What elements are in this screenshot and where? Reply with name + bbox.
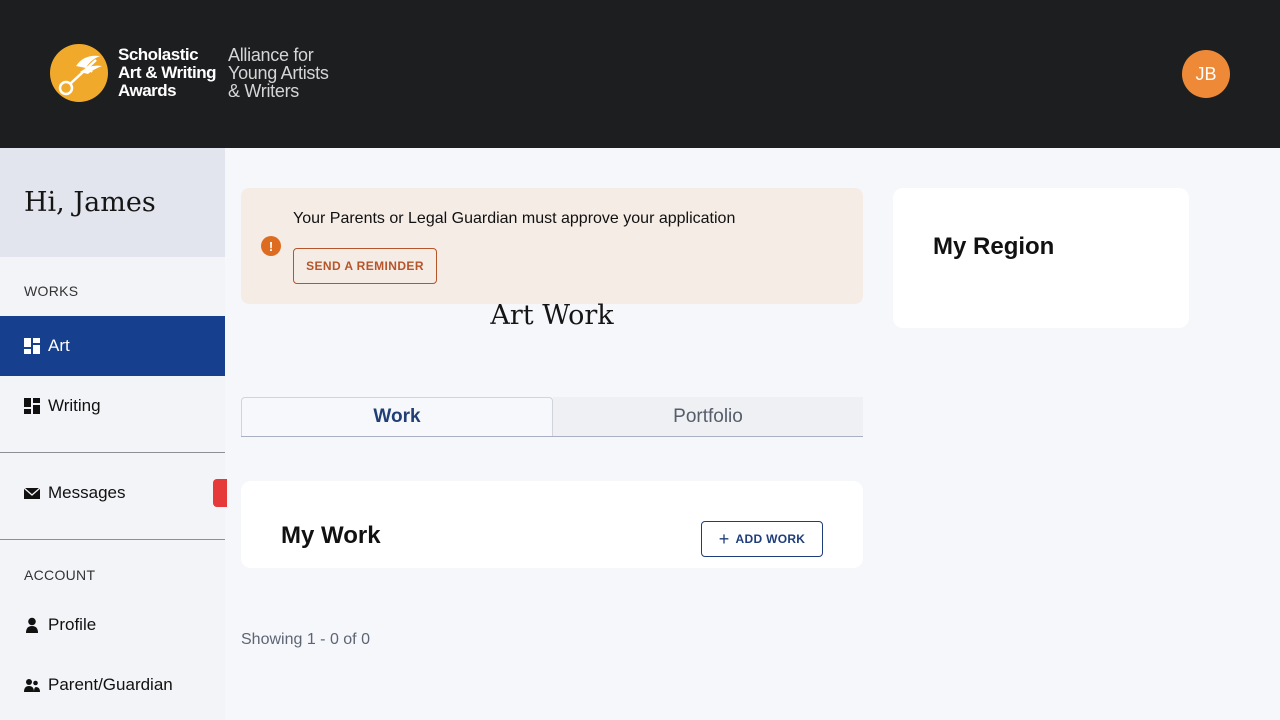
- page-title: Art Work: [490, 300, 614, 331]
- my-region-card: My Region: [893, 188, 1189, 328]
- account-section-label: ACCOUNT: [24, 567, 96, 583]
- scholastic-logo[interactable]: Scholastic Art & Writing Awards Alliance…: [50, 44, 329, 102]
- my-work-card: My Work + ADD WORK: [241, 481, 863, 568]
- logo-title: Scholastic Art & Writing Awards: [118, 45, 217, 100]
- work-tabs: Work Portfolio: [241, 397, 863, 437]
- my-work-title: My Work: [281, 522, 381, 549]
- sidebar-item-parent-guardian[interactable]: Parent/Guardian: [0, 655, 225, 715]
- tab-work[interactable]: Work: [241, 397, 553, 436]
- logo-subtitle: Alliance for Young Artists & Writers: [228, 45, 329, 101]
- alert-message: Your Parents or Legal Guardian must appr…: [293, 210, 736, 227]
- users-icon: [24, 677, 40, 693]
- guardian-approval-alert: ! Your Parents or Legal Guardian must ap…: [241, 188, 863, 304]
- pagination-summary: Showing 1 - 0 of 0: [241, 631, 370, 648]
- sidebar-item-label: Messages: [48, 483, 126, 502]
- sidebar-item-writing[interactable]: Writing: [0, 376, 225, 436]
- sidebar-item-messages[interactable]: Messages: [0, 463, 227, 523]
- greeting-text: Hi, James: [24, 187, 156, 218]
- sidebar-item-label: Art: [48, 336, 70, 355]
- sidebar-item-art[interactable]: Art: [0, 316, 225, 376]
- add-work-label: ADD WORK: [735, 532, 806, 546]
- sidebar-item-label: Profile: [48, 615, 97, 634]
- sidebar: Hi, James WORKS Art Writing Messages ACC…: [0, 148, 227, 720]
- user-avatar[interactable]: JB: [1182, 50, 1230, 98]
- notification-badge: [213, 479, 227, 507]
- works-section-label: WORKS: [24, 283, 79, 299]
- my-region-title: My Region: [933, 233, 1055, 260]
- warning-icon: !: [261, 236, 281, 256]
- send-reminder-button[interactable]: SEND A REMINDER: [293, 248, 437, 284]
- key-emblem-icon: [50, 44, 108, 102]
- sidebar-item-profile[interactable]: Profile: [0, 595, 225, 655]
- top-header: Scholastic Art & Writing Awards Alliance…: [0, 0, 1280, 148]
- greeting-box: Hi, James: [0, 148, 225, 257]
- envelope-icon: [24, 485, 40, 501]
- sidebar-item-label: Parent/Guardian: [48, 675, 173, 694]
- dashboard-icon: [24, 338, 40, 354]
- dashboard-icon: [24, 398, 40, 414]
- sidebar-item-label: Writing: [48, 396, 101, 415]
- plus-icon: +: [718, 529, 730, 549]
- user-icon: [24, 617, 40, 633]
- tab-portfolio[interactable]: Portfolio: [553, 397, 863, 436]
- add-work-button[interactable]: + ADD WORK: [701, 521, 823, 557]
